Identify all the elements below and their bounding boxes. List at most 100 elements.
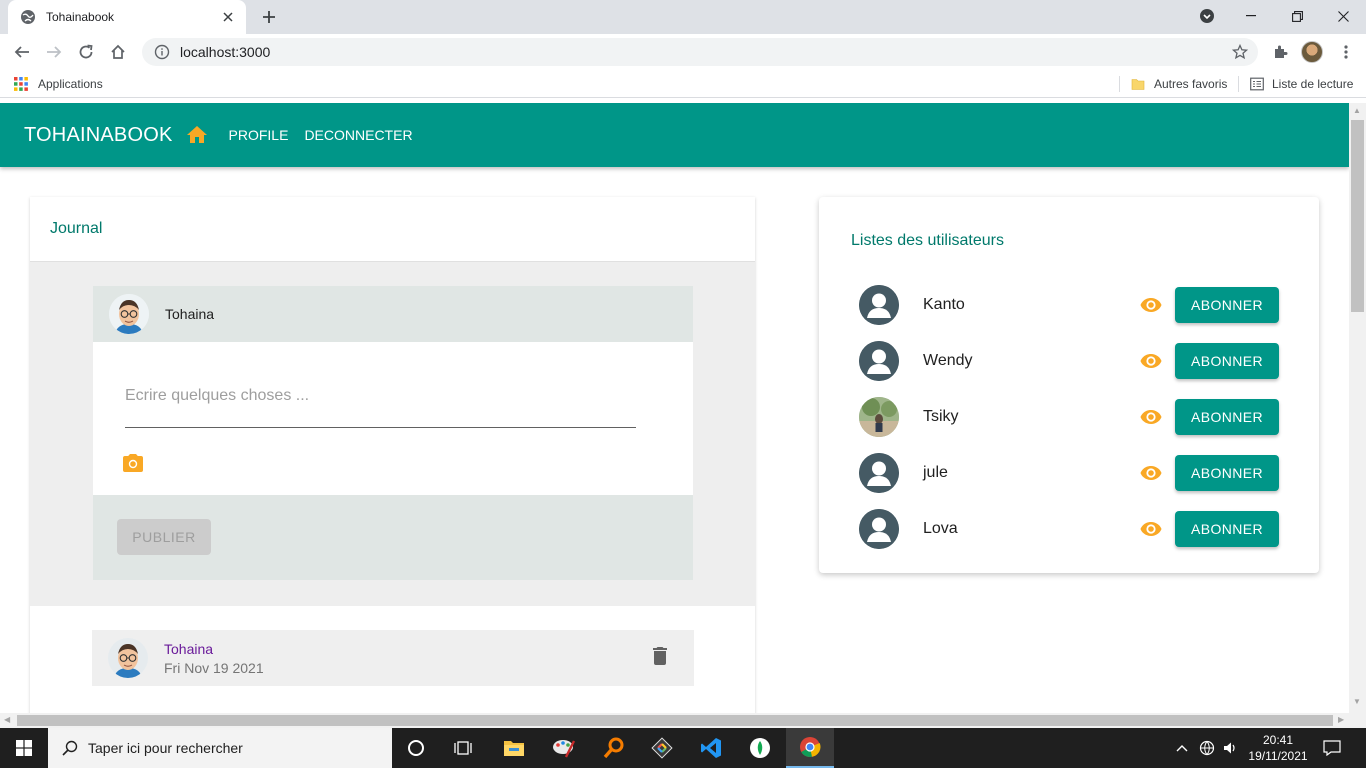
scroll-down-icon[interactable]: ▼ — [1353, 697, 1361, 706]
windows-taskbar: Taper ici pour rechercher 20:41 19/11/20… — [0, 728, 1366, 768]
volume-icon[interactable] — [1220, 738, 1240, 758]
follow-button[interactable]: ABONNER — [1175, 455, 1279, 491]
post-author[interactable]: Tohaina — [164, 641, 264, 657]
post-meta: Tohaina Fri Nov 19 2021 — [164, 641, 264, 676]
journal-card: Journal Tohaina Ecrire quelques choses .… — [30, 197, 755, 713]
folder-icon — [1131, 77, 1145, 91]
reading-list-icon — [1250, 77, 1264, 91]
follow-button[interactable]: ABONNER — [1175, 399, 1279, 435]
nav-profile[interactable]: PROFILE — [229, 127, 289, 143]
journal-title: Journal — [50, 220, 103, 237]
bookmark-reading-list[interactable]: Liste de lecture — [1250, 75, 1353, 93]
scroll-up-icon[interactable]: ▲ — [1353, 106, 1361, 115]
task-view-icon[interactable] — [440, 728, 488, 768]
brand-title[interactable]: TOHAINABOOK — [24, 124, 173, 147]
network-icon[interactable] — [1197, 738, 1217, 758]
bookmark-separator — [1119, 76, 1120, 92]
vscode-icon[interactable] — [687, 728, 735, 768]
home-button[interactable] — [106, 40, 130, 64]
post-composer: Tohaina PUBLIER — [93, 286, 693, 580]
vertical-scrollbar[interactable]: ▲ ▼ — [1349, 103, 1366, 713]
post-card: Tohaina Fri Nov 19 2021 — [92, 630, 694, 713]
journal-header: Journal — [30, 197, 755, 262]
eye-icon[interactable] — [1139, 517, 1163, 541]
forward-button[interactable] — [42, 40, 66, 64]
restore-button[interactable] — [1274, 0, 1320, 32]
follow-button[interactable]: ABONNER — [1175, 343, 1279, 379]
scroll-right-icon[interactable]: ▶ — [1338, 715, 1344, 724]
user-name: Wendy — [923, 352, 973, 369]
post-text-input[interactable] — [125, 364, 636, 428]
profile-avatar[interactable] — [1301, 41, 1323, 63]
browser-tab[interactable]: Tohainabook — [8, 0, 246, 34]
home-icon[interactable] — [185, 123, 209, 147]
scroll-left-icon[interactable]: ◀ — [4, 715, 10, 724]
user-name: Tsiky — [923, 408, 959, 425]
user-row: Kanto ABONNER — [859, 285, 1279, 325]
user-photo-avatar — [859, 397, 899, 437]
paint-app-icon[interactable] — [540, 728, 588, 768]
info-icon[interactable] — [154, 44, 170, 60]
eye-icon[interactable] — [1139, 293, 1163, 317]
bookmark-other-favorites[interactable]: Autres favoris — [1131, 75, 1227, 93]
composer-area: Tohaina PUBLIER — [30, 262, 755, 606]
extensions-icon[interactable] — [1268, 40, 1292, 64]
users-title: Listes des utilisateurs — [851, 232, 1004, 249]
default-avatar-icon — [859, 509, 899, 549]
tab-title: Tohainabook — [46, 10, 115, 24]
chevron-up-icon[interactable] — [1172, 738, 1192, 758]
file-explorer-icon[interactable] — [490, 728, 538, 768]
bookmark-applications[interactable]: Applications — [14, 75, 103, 93]
tab-search-button[interactable] — [1184, 0, 1230, 32]
eye-icon[interactable] — [1139, 461, 1163, 485]
eye-icon[interactable] — [1139, 349, 1163, 373]
horizontal-scroll-thumb[interactable] — [17, 715, 1333, 726]
close-window-button[interactable] — [1320, 0, 1366, 32]
menu-icon[interactable] — [1334, 40, 1358, 64]
git-app-icon[interactable] — [638, 728, 686, 768]
user-row: Wendy ABONNER — [859, 341, 1279, 381]
chrome-icon[interactable] — [786, 728, 834, 768]
vertical-scroll-thumb[interactable] — [1351, 120, 1364, 312]
back-button[interactable] — [10, 40, 34, 64]
default-avatar-icon — [859, 341, 899, 381]
windows-start-icon[interactable] — [0, 728, 48, 768]
bookmark-reading-list-label: Liste de lecture — [1272, 77, 1354, 91]
user-row: jule ABONNER — [859, 453, 1279, 493]
trash-icon[interactable] — [648, 644, 672, 668]
post-header: Tohaina Fri Nov 19 2021 — [92, 630, 694, 686]
user-row: Lova ABONNER — [859, 509, 1279, 549]
minimize-button[interactable] — [1228, 0, 1274, 32]
horizontal-scrollbar[interactable]: ◀ ▶ — [0, 713, 1366, 728]
taskbar-clock[interactable]: 20:41 19/11/2021 — [1246, 732, 1310, 764]
bookmark-applications-label: Applications — [38, 77, 103, 91]
composer-header: Tohaina — [93, 286, 693, 342]
eye-icon[interactable] — [1139, 405, 1163, 429]
follow-button[interactable]: ABONNER — [1175, 287, 1279, 323]
page-viewport: TOHAINABOOK PROFILE DECONNECTER Journal — [0, 103, 1349, 713]
taskbar-search[interactable]: Taper ici pour rechercher — [48, 728, 392, 768]
cortana-icon[interactable] — [392, 728, 440, 768]
close-icon[interactable] — [220, 9, 236, 25]
bookmark-other-favorites-label: Autres favoris — [1154, 77, 1228, 91]
clock-date: 19/11/2021 — [1248, 749, 1308, 763]
camera-icon[interactable] — [121, 451, 145, 475]
star-icon[interactable] — [1232, 44, 1248, 60]
url-text: localhost:3000 — [180, 44, 271, 60]
apps-grid-icon — [14, 77, 28, 91]
user-name: Lova — [923, 520, 958, 537]
publish-button[interactable]: PUBLIER — [117, 519, 211, 555]
user-name: jule — [923, 464, 948, 481]
new-tab-button[interactable] — [258, 6, 280, 28]
user-name: Kanto — [923, 296, 965, 313]
search-magnifier-app-icon[interactable] — [590, 728, 638, 768]
mongodb-compass-icon[interactable] — [736, 728, 784, 768]
composer-footer: PUBLIER — [93, 495, 693, 580]
nav-logout[interactable]: DECONNECTER — [304, 127, 412, 143]
user-avatar — [109, 294, 149, 334]
follow-button[interactable]: ABONNER — [1175, 511, 1279, 547]
address-bar[interactable]: localhost:3000 — [142, 38, 1258, 66]
bookmarks-bar: Applications Autres favoris Liste de lec… — [0, 70, 1366, 98]
reload-button[interactable] — [74, 40, 98, 64]
notification-icon[interactable] — [1322, 738, 1342, 758]
